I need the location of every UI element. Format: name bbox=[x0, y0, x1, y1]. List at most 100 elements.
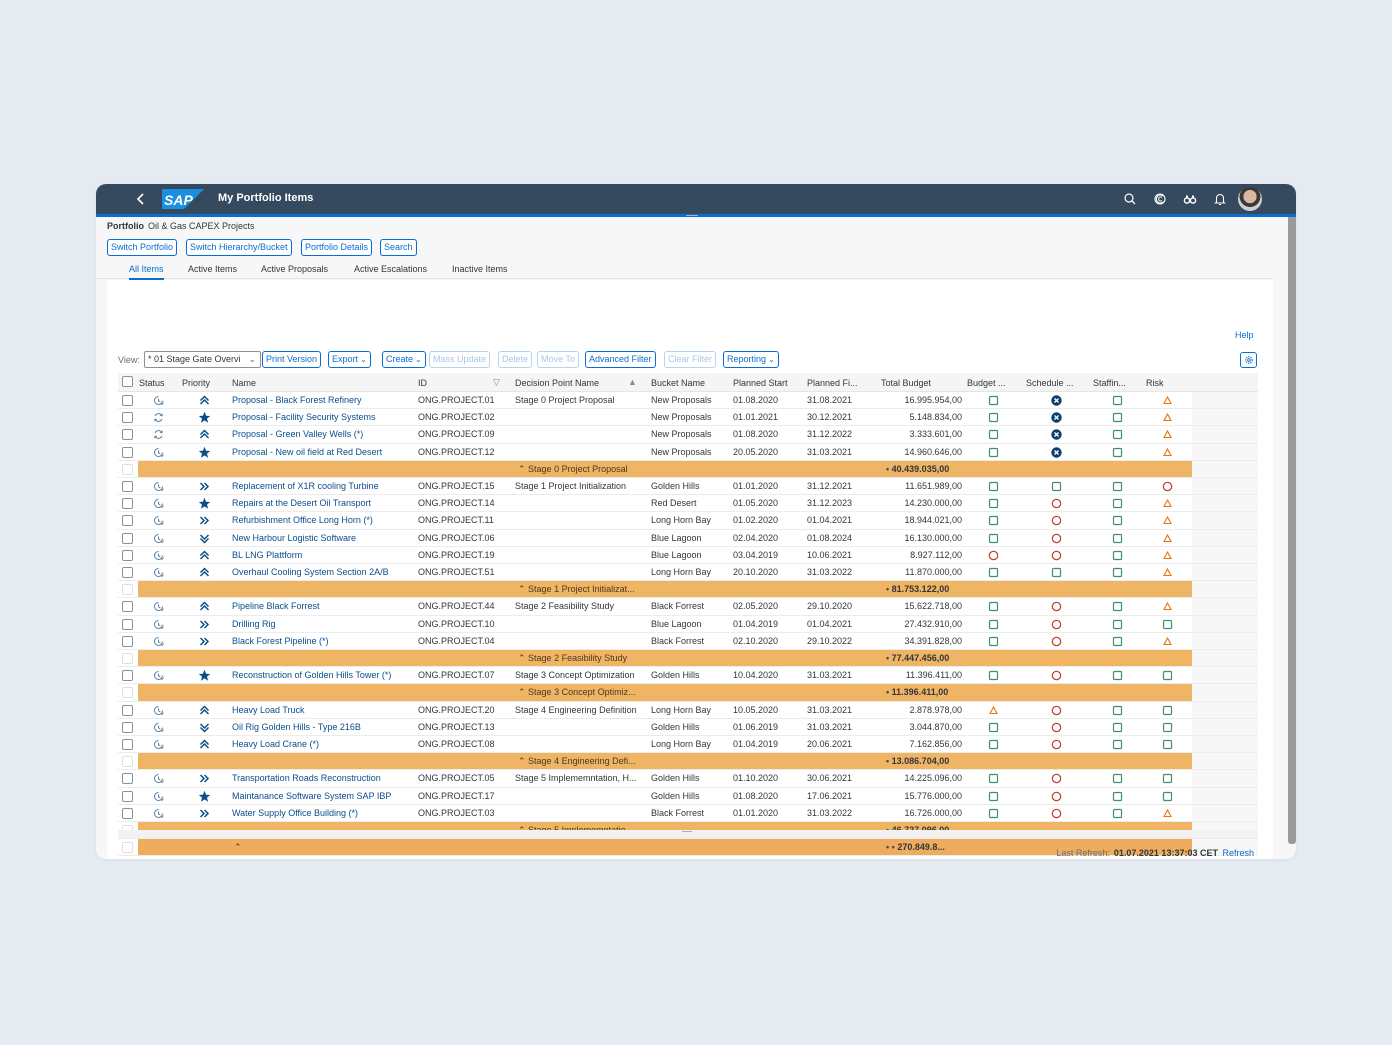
item-name-link[interactable]: Transportation Roads Reconstruction bbox=[232, 773, 381, 783]
row-checkbox[interactable] bbox=[122, 756, 133, 768]
column-header-schedule-indicator[interactable]: Schedule ... bbox=[1026, 378, 1074, 388]
table-row[interactable]: BL LNG Plattform ONG.PROJECT.19 Blue Lagoo… bbox=[118, 546, 1258, 564]
group-subtotal-row[interactable]: ⌃ Stage 1 Project Initializat... • 81.753… bbox=[118, 581, 1258, 599]
row-checkbox[interactable] bbox=[122, 773, 133, 785]
table-row[interactable]: Reconstruction of Golden Hills Tower (*)… bbox=[118, 667, 1258, 685]
row-checkbox[interactable] bbox=[122, 446, 133, 458]
portfolio-details-button[interactable]: Portfolio Details bbox=[301, 239, 373, 256]
item-name-link[interactable]: Water Supply Office Building (*) bbox=[232, 808, 358, 818]
sap-logo[interactable]: SAP bbox=[162, 189, 204, 209]
advanced-filter-button[interactable]: Advanced Filter bbox=[585, 351, 656, 368]
row-checkbox[interactable] bbox=[122, 498, 133, 510]
user-avatar[interactable] bbox=[1238, 187, 1262, 211]
item-name-link[interactable]: Maintanance Software System SAP IBP bbox=[232, 791, 391, 801]
row-checkbox[interactable] bbox=[122, 567, 133, 578]
group-subtotal-row[interactable]: ⌃ Stage 3 Concept Optimiz... • 11.396.411… bbox=[118, 684, 1258, 702]
row-checkbox[interactable] bbox=[122, 549, 133, 561]
binoculars-icon[interactable] bbox=[1182, 191, 1198, 207]
co-pilot-icon[interactable] bbox=[1152, 191, 1168, 207]
move-to-button[interactable]: Move To bbox=[537, 351, 579, 368]
item-name-link[interactable]: Proposal - Green Valley Wells (*) bbox=[232, 429, 363, 439]
table-row[interactable]: Oil Rig Golden Hills - Type 216B ONG.PROJ… bbox=[118, 718, 1258, 736]
row-checkbox[interactable] bbox=[122, 670, 133, 682]
table-row[interactable]: Overhaul Cooling System Section 2A/B ONG.… bbox=[118, 564, 1258, 582]
column-header-budget-indicator[interactable]: Budget ... bbox=[967, 378, 1006, 388]
column-header-name[interactable]: Name bbox=[232, 378, 256, 388]
row-checkbox[interactable] bbox=[122, 721, 133, 733]
row-checkbox[interactable] bbox=[122, 412, 133, 424]
item-name-link[interactable]: Repairs at the Desert Oil Transport bbox=[232, 498, 371, 508]
item-name-link[interactable]: Replacement of X1R cooling Turbine bbox=[232, 481, 379, 491]
item-name-link[interactable]: Proposal - Facility Security Systems bbox=[232, 412, 376, 422]
group-collapse-toggle[interactable]: ⌃ Stage 2 Feasibility Study bbox=[518, 653, 627, 664]
app-title[interactable]: My Portfolio Items bbox=[218, 192, 313, 204]
row-checkbox[interactable] bbox=[122, 532, 133, 544]
table-row[interactable]: Replacement of X1R cooling Turbine ONG.PR… bbox=[118, 478, 1258, 496]
table-row[interactable]: Heavy Load Truck ONG.PROJECT.20 Stage 4 En… bbox=[118, 701, 1258, 719]
export-button[interactable]: Export ⌄ bbox=[328, 351, 371, 368]
switch-hierarchy-bucket-button[interactable]: Switch Hierarchy/Bucket bbox=[186, 239, 292, 256]
bell-icon[interactable] bbox=[1212, 191, 1228, 207]
table-row[interactable]: Black Forest Pipeline (*) ONG.PROJECT.04 B… bbox=[118, 632, 1258, 650]
mass-update-button[interactable]: Mass Update bbox=[429, 351, 491, 368]
select-all-checkbox[interactable] bbox=[122, 376, 133, 387]
row-checkbox[interactable] bbox=[122, 601, 133, 613]
item-name-link[interactable]: Heavy Load Crane (*) bbox=[232, 739, 319, 749]
item-name-link[interactable]: Black Forest Pipeline (*) bbox=[232, 636, 329, 646]
print-version-button[interactable]: Print Version bbox=[262, 351, 322, 368]
column-header-staffing-indicator[interactable]: Staffin... bbox=[1093, 378, 1126, 388]
item-name-link[interactable]: Overhaul Cooling System Section 2A/B bbox=[232, 567, 389, 577]
group-collapse-toggle[interactable]: ⌃ bbox=[234, 842, 242, 853]
column-header-decision-point[interactable]: Decision Point Name bbox=[515, 378, 599, 388]
row-checkbox[interactable] bbox=[122, 515, 133, 527]
item-name-link[interactable]: Reconstruction of Golden Hills Tower (*) bbox=[232, 670, 391, 680]
search-icon[interactable] bbox=[1122, 191, 1138, 207]
back-button[interactable] bbox=[134, 190, 148, 208]
item-name-link[interactable]: Heavy Load Truck bbox=[232, 705, 305, 715]
table-settings-button[interactable] bbox=[1240, 352, 1257, 368]
group-subtotal-row[interactable]: ⌃ Stage 0 Project Proposal • 40.439.035,0… bbox=[118, 460, 1258, 478]
table-row[interactable]: Heavy Load Crane (*) ONG.PROJECT.08 Long H… bbox=[118, 736, 1258, 754]
row-checkbox[interactable] bbox=[122, 704, 133, 716]
delete-button[interactable]: Delete bbox=[498, 351, 533, 368]
page-scrollbar[interactable] bbox=[1288, 217, 1296, 844]
view-select[interactable]: * 01 Stage Gate Overvi ⌄ bbox=[144, 351, 261, 368]
help-link[interactable]: Help bbox=[1235, 330, 1254, 340]
group-collapse-toggle[interactable]: ⌃ Stage 1 Project Initializat... bbox=[518, 584, 635, 595]
tab-active-items[interactable]: Active Items bbox=[188, 264, 237, 274]
row-checkbox[interactable] bbox=[122, 635, 133, 647]
column-header-planned-start[interactable]: Planned Start bbox=[733, 378, 788, 388]
row-checkbox[interactable] bbox=[122, 790, 133, 802]
group-collapse-toggle[interactable]: ⌃ Stage 4 Engineering Defi... bbox=[518, 756, 636, 767]
item-name-link[interactable]: Pipeline Black Forrest bbox=[232, 601, 320, 611]
row-checkbox[interactable] bbox=[122, 618, 133, 630]
table-row[interactable]: New Harbour Logistic Software ONG.PROJECT… bbox=[118, 529, 1258, 547]
row-checkbox[interactable] bbox=[122, 429, 133, 441]
column-header-bucket[interactable]: Bucket Name bbox=[651, 378, 705, 388]
row-checkbox[interactable] bbox=[122, 807, 133, 819]
switch-portfolio-button[interactable]: Switch Portfolio bbox=[107, 239, 178, 256]
row-checkbox[interactable] bbox=[122, 739, 133, 750]
row-checkbox[interactable] bbox=[122, 395, 133, 406]
group-subtotal-row[interactable]: ⌃ Stage 4 Engineering Defi... • 13.086.70… bbox=[118, 753, 1258, 771]
item-name-link[interactable]: Proposal - New oil field at Red Desert bbox=[232, 447, 382, 457]
row-checkbox[interactable] bbox=[122, 687, 133, 699]
item-name-link[interactable]: Oil Rig Golden Hills - Type 216B bbox=[232, 722, 361, 732]
row-checkbox[interactable] bbox=[122, 842, 133, 854]
table-row[interactable]: Repairs at the Desert Oil Transport ONG.P… bbox=[118, 495, 1258, 513]
table-row[interactable]: Maintanance Software System SAP IBP ONG.P… bbox=[118, 787, 1258, 805]
column-header-risk[interactable]: Risk bbox=[1146, 378, 1164, 388]
table-row[interactable]: Transportation Roads Reconstruction ONG.P… bbox=[118, 770, 1258, 788]
tab-active-proposals[interactable]: Active Proposals bbox=[261, 264, 328, 274]
search-button[interactable]: Search bbox=[380, 239, 417, 256]
column-header-total-budget[interactable]: Total Budget bbox=[881, 378, 931, 388]
item-name-link[interactable]: Refurbishment Office Long Horn (*) bbox=[232, 515, 373, 525]
table-row[interactable]: Proposal - Facility Security Systems ONG.… bbox=[118, 409, 1258, 427]
group-collapse-toggle[interactable]: ⌃ Stage 3 Concept Optimiz... bbox=[518, 687, 636, 698]
row-checkbox[interactable] bbox=[122, 463, 133, 475]
clear-filter-button[interactable]: Clear Filter bbox=[664, 351, 717, 368]
row-checkbox[interactable] bbox=[122, 584, 133, 596]
row-checkbox[interactable] bbox=[122, 481, 133, 492]
table-row[interactable]: Refurbishment Office Long Horn (*) ONG.PR… bbox=[118, 512, 1258, 530]
item-name-link[interactable]: Proposal - Black Forest Refinery bbox=[232, 395, 362, 405]
